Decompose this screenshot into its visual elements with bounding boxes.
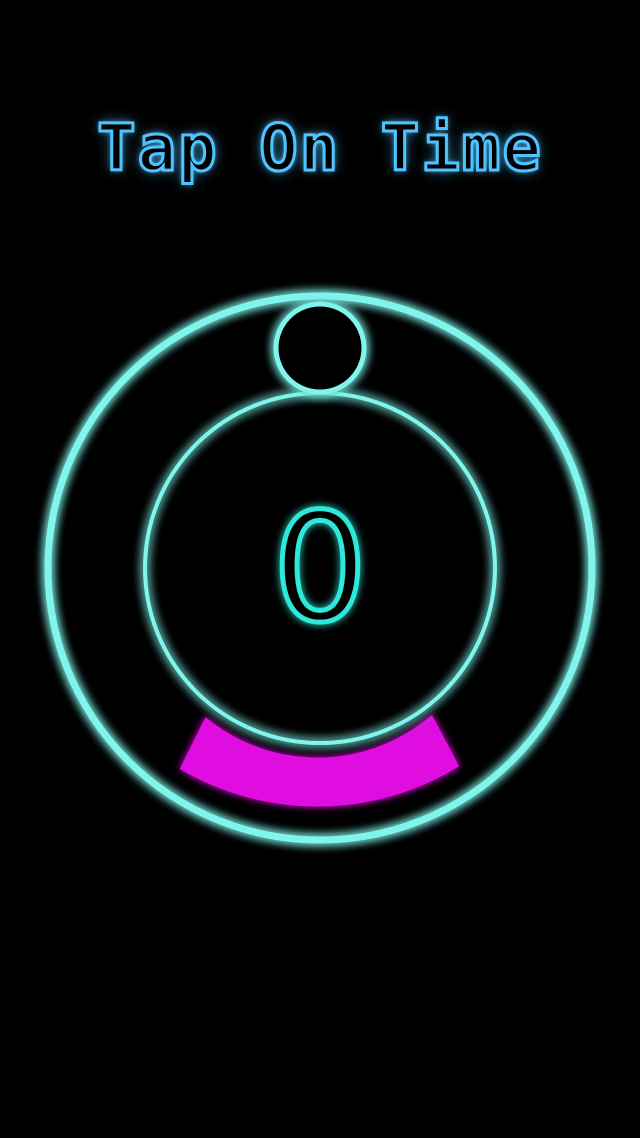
target-zone xyxy=(179,714,460,807)
score-counter: 0 xyxy=(272,482,367,656)
board-graphic[interactable]: 0 xyxy=(0,280,640,860)
game-title: Tap On Time xyxy=(96,111,543,188)
moving-ball xyxy=(273,301,367,395)
game-screen[interactable]: Tap On Time 0 xyxy=(0,0,640,1138)
game-board[interactable]: 0 xyxy=(0,280,640,860)
